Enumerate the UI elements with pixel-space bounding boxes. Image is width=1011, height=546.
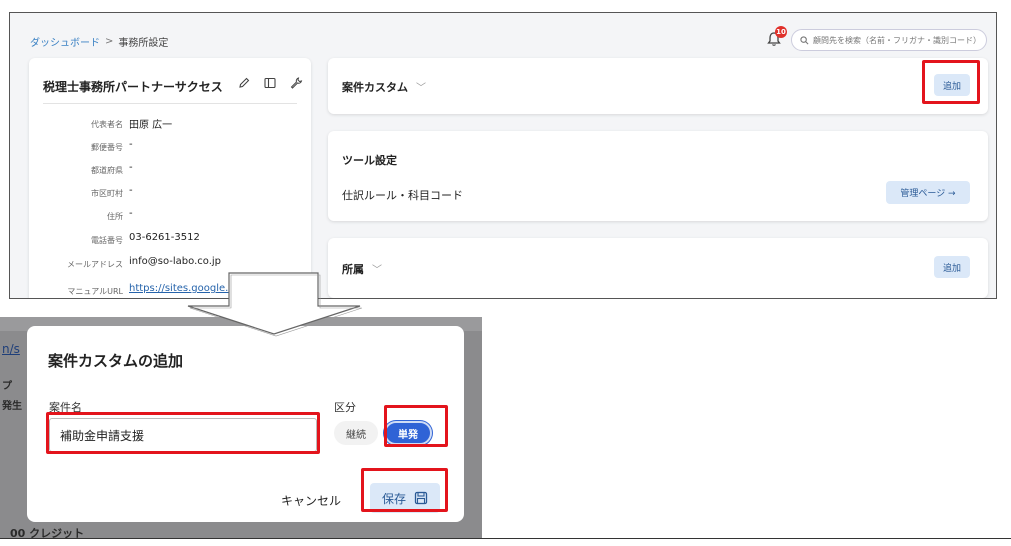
info-row-email: メールアドレス info@so-labo.co.jp [29,256,311,272]
office-name: 税理士事務所パートナーサクセス [43,80,223,94]
journal-rule-label: 仕訳ルール・科目コード [342,189,463,202]
info-value: - [129,162,133,173]
highlight-box [922,60,980,104]
profile-toolbar [237,76,303,90]
info-value: 03-6261-3512 [129,232,200,243]
search-input[interactable]: 顧問先を検索（名前・フリガナ・識別コード） [791,29,987,51]
info-row-prefecture: 都道府県 - [29,162,311,178]
info-value: 田原 広一 [129,120,173,131]
info-row-manual-url: マニュアルURL https://sites.google.com [29,283,311,298]
info-value: - [129,139,133,150]
info-value: - [129,208,133,219]
search-icon [800,35,809,44]
breadcrumb: ダッシュボード > 事務所設定 [30,34,168,49]
info-row-postal-code: 郵便番号 - [29,139,311,155]
info-row-city: 市区町村 - [29,185,311,201]
search-placeholder: 顧問先を検索（名前・フリガナ・識別コード） [813,35,981,45]
settings-screenshot: ダッシュボード > 事務所設定 10 顧問先を検索（名前・フリガナ・識別コード）… [9,12,997,299]
affiliation-add-button[interactable]: 追加 [934,256,970,278]
chevron-down-icon: ﹀ [416,83,426,94]
dialog-title: 案件カスタムの追加 [48,352,184,370]
info-row-address: 住所 - [29,208,311,224]
info-label: 電話番号 [91,236,123,245]
bottom-rule [0,538,1011,539]
info-value: info@so-labo.co.jp [129,256,221,267]
tool-settings-card: ツール設定 仕訳ルール・科目コード 管理ページ → [328,131,988,221]
highlight-box [361,468,448,512]
notification-badge: 10 [775,26,787,38]
info-label: メールアドレス [67,260,123,269]
affiliation-card: 所属 ﹀ 追加 [328,238,988,298]
office-profile-card: 税理士事務所パートナーサクセス 代表者名 田原 広一 郵便番号 - 都道府県 - [29,58,311,298]
case-custom-title: 案件カスタム [342,81,408,94]
breadcrumb-office-settings: 事務所設定 [118,38,169,49]
breadcrumb-dashboard[interactable]: ダッシュボード [30,34,100,49]
manual-url-link[interactable]: https://sites.google.com [129,283,250,294]
info-label: 郵便番号 [91,143,123,152]
type-label: 区分 [334,401,356,414]
chevron-down-icon: ﹀ [372,265,382,276]
info-label: 代表者名 [91,120,123,129]
affiliation-header[interactable]: 所属 ﹀ [342,261,382,277]
info-value: - [129,185,133,196]
background-text: プ [2,381,12,392]
background-text: 発生 [2,401,22,412]
pencil-icon[interactable] [237,76,251,90]
info-label: 住所 [107,212,123,221]
wrench-icon[interactable] [289,76,303,90]
manage-page-button[interactable]: 管理ページ → [886,181,970,204]
highlight-box [384,405,448,447]
info-label: マニュアルURL [67,287,123,296]
profile-divider [43,103,297,104]
info-row-phone: 電話番号 03-6261-3512 [29,232,311,248]
highlight-box [46,412,320,454]
panel-icon[interactable] [263,76,277,90]
info-row-representative: 代表者名 田原 広一 [29,116,311,132]
info-label: 市区町村 [91,189,123,198]
case-custom-header[interactable]: 案件カスタム ﹀ [342,79,426,95]
background-text: 00 クレジット [10,527,85,538]
affiliation-title: 所属 [342,263,364,276]
top-bar: ダッシュボード > 事務所設定 10 顧問先を検索（名前・フリガナ・識別コード） [10,13,996,53]
cancel-button[interactable]: キャンセル [281,492,341,509]
breadcrumb-separator: > [105,36,114,47]
type-option-continuous[interactable]: 継続 [334,421,378,445]
background-text: n/s [2,342,20,356]
case-custom-card: 案件カスタム ﹀ 追加 [328,58,988,114]
info-label: 都道府県 [91,166,123,175]
tool-settings-title: ツール設定 [342,154,397,167]
